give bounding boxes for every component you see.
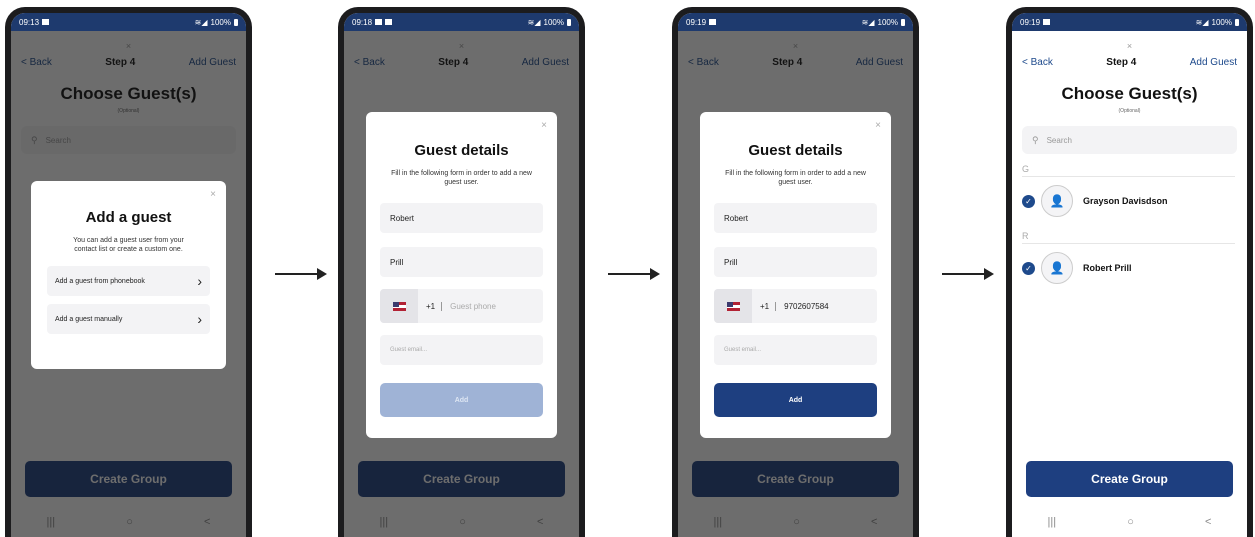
add-button[interactable]: Add (714, 383, 877, 417)
phone-value: 9702607584 (784, 301, 829, 311)
avatar-icon: 👤 (1041, 252, 1073, 284)
signal-icon: ≋◢ (527, 17, 541, 27)
flow-arrow (608, 268, 660, 280)
screen-2: 09:18 ≋◢100% × < Back Step 4 Add Guest C… (344, 13, 579, 537)
add-guest-modal: × Add a guest You can add a guest user f… (31, 181, 226, 369)
status-bar: 09:19 ≋◢ 100% (1012, 13, 1247, 31)
screen-3: 09:19 ≋◢100% × < Back Step 4 Add Guest C… (678, 13, 913, 537)
first-name-field[interactable]: Robert (714, 203, 877, 233)
modal-title: Guest details (748, 142, 843, 159)
chevron-right-icon: › (197, 311, 202, 327)
list-item[interactable]: ✓ 👤 Grayson Davisdson (1012, 177, 1247, 221)
battery-icon (234, 18, 238, 26)
screen-1: 09:13 ≋◢100% × < Back Step 4 Add Guest C… (11, 13, 246, 537)
last-name-field[interactable]: Prill (380, 247, 543, 277)
battery-icon (567, 18, 571, 26)
close-icon[interactable]: × (210, 189, 216, 200)
country-flag-selector[interactable] (714, 289, 752, 323)
home-icon[interactable]: ○ (1127, 516, 1134, 528)
guest-details-modal: × Guest details Fill in the following fo… (700, 112, 891, 438)
phone-screen-1: 09:13 ≋◢100% × < Back Step 4 Add Guest C… (5, 7, 252, 537)
android-nav-bar: ||| ○ < (1012, 507, 1247, 537)
search-placeholder: Search (1046, 135, 1072, 145)
recent-apps-icon[interactable]: ||| (1048, 516, 1057, 528)
nav-back-icon[interactable]: < (1205, 516, 1211, 528)
status-time: 09:19 (1020, 17, 1041, 27)
list-item[interactable]: ✓ 👤 Robert Prill (1012, 244, 1247, 288)
nav-row: < Back Step 4 Add Guest (1012, 57, 1247, 68)
add-guest-link[interactable]: Add Guest (1190, 57, 1237, 68)
search-icon: ⚲ (1032, 134, 1039, 145)
contact-name: Grayson Davisdson (1083, 196, 1168, 206)
page-subtitle: (Optional) (1118, 108, 1141, 114)
country-code: +1 (760, 301, 777, 311)
battery-text: 100% (210, 17, 231, 27)
notification-icon (375, 19, 383, 25)
status-time: 09:19 (686, 17, 707, 27)
battery-text: 100% (877, 17, 898, 27)
status-bar: 09:19 ≋◢ 100% (678, 13, 913, 31)
phone-field[interactable]: +1 9702607584 (714, 289, 877, 323)
status-bar: 09:13 ≋◢ 100% (11, 13, 246, 31)
close-icon[interactable]: × (875, 120, 881, 131)
add-manually-option[interactable]: Add a guest manually › (47, 304, 210, 334)
contact-name: Robert Prill (1083, 263, 1132, 273)
status-time: 09:13 (19, 17, 40, 27)
us-flag-icon (726, 301, 740, 311)
email-field[interactable]: Guest email... (714, 335, 877, 365)
notification-icon (1043, 19, 1051, 25)
signal-icon: ≋◢ (1195, 17, 1209, 27)
phone-screen-4: 09:19 ≋◢ 100% × < Back Step 4 Add Guest C… (1006, 7, 1253, 537)
email-field[interactable]: Guest email... (380, 335, 543, 365)
country-code: +1 (426, 301, 443, 311)
us-flag-icon (392, 301, 406, 311)
back-link[interactable]: < Back (1022, 57, 1053, 68)
notification-icon (385, 19, 393, 25)
group-letter: G (1022, 164, 1235, 177)
modal-title: Add a guest (85, 209, 172, 226)
phone-field[interactable]: +1 Guest phone (380, 289, 543, 323)
chevron-right-icon: › (197, 273, 202, 289)
modal-title: Guest details (414, 142, 509, 159)
status-bar: 09:18 ≋◢ 100% (344, 13, 579, 31)
phone-placeholder: Guest phone (450, 301, 496, 311)
country-flag-selector[interactable] (380, 289, 418, 323)
create-group-button[interactable]: Create Group (1026, 461, 1233, 497)
modal-description: Fill in the following form in order to a… (391, 170, 532, 186)
group-letter: R (1022, 231, 1235, 244)
battery-text: 100% (543, 17, 564, 27)
avatar-icon: 👤 (1041, 185, 1073, 217)
screen-4: 09:19 ≋◢ 100% × < Back Step 4 Add Guest C… (1012, 13, 1247, 537)
first-name-field[interactable]: Robert (380, 203, 543, 233)
last-name-field[interactable]: Prill (714, 247, 877, 277)
notification-icon (709, 19, 717, 25)
modal-description: Fill in the following form in order to a… (725, 170, 866, 186)
flow-arrow (275, 268, 327, 280)
option-label: Add a guest from phonebook (55, 277, 145, 285)
flow-arrow (942, 268, 994, 280)
status-time: 09:18 (352, 17, 373, 27)
search-input[interactable]: ⚲ Search (1022, 126, 1237, 154)
phone-screen-3: 09:19 ≋◢100% × < Back Step 4 Add Guest C… (672, 7, 919, 537)
battery-icon (1235, 18, 1239, 26)
battery-icon (901, 18, 905, 26)
modal-description: You can add a guest user from your conta… (73, 237, 184, 253)
signal-icon: ≋◢ (194, 17, 208, 27)
phone-screen-2: 09:18 ≋◢100% × < Back Step 4 Add Guest C… (338, 7, 585, 537)
close-icon[interactable]: × (541, 120, 547, 131)
signal-icon: ≋◢ (861, 17, 875, 27)
option-label: Add a guest manually (55, 315, 123, 323)
guest-details-modal: × Guest details Fill in the following fo… (366, 112, 557, 438)
notification-icon (42, 19, 50, 25)
battery-text: 100% (1211, 17, 1232, 27)
step-label: Step 4 (1106, 57, 1137, 68)
add-button-disabled[interactable]: Add (380, 383, 543, 417)
add-from-phonebook-option[interactable]: Add a guest from phonebook › (47, 266, 210, 296)
close-icon[interactable]: × (1012, 41, 1247, 53)
checkmark-icon[interactable]: ✓ (1022, 261, 1035, 275)
checkmark-icon[interactable]: ✓ (1022, 194, 1035, 208)
page-title: Choose Guest(s) (1061, 84, 1198, 103)
